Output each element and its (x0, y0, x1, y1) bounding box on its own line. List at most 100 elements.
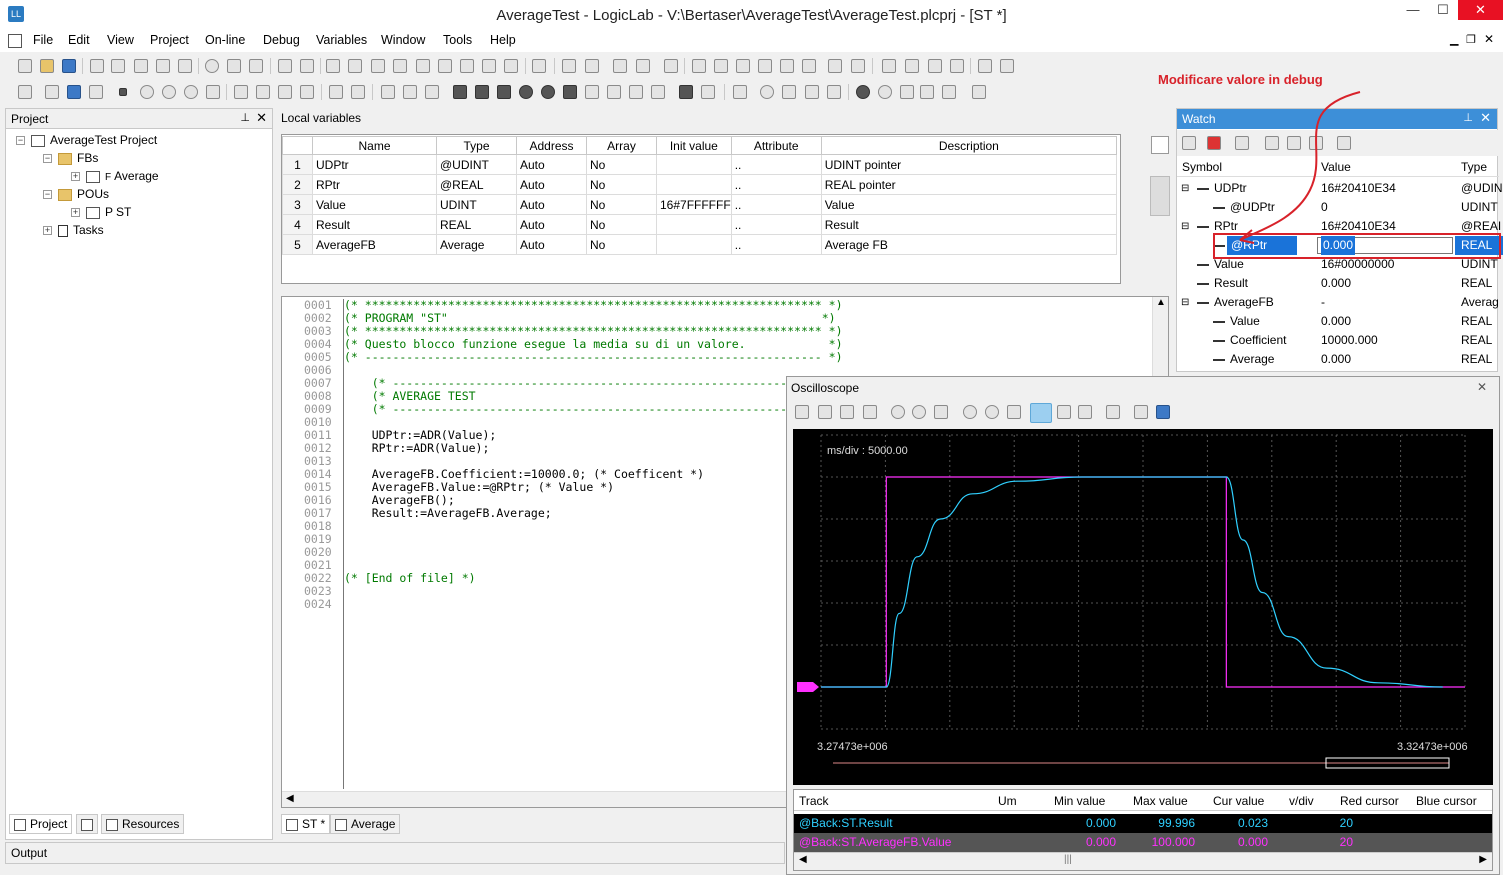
collapse-icon[interactable]: − (43, 190, 52, 199)
menu-help[interactable]: Help (490, 33, 516, 47)
n-icon[interactable] (758, 59, 772, 73)
scroll-left-icon[interactable]: ◀ (799, 854, 807, 865)
collapse-icon[interactable]: − (43, 154, 52, 163)
watch-value[interactable]: - (1321, 293, 1325, 312)
align2-icon[interactable] (585, 59, 599, 73)
tab-libraries[interactable] (76, 814, 98, 834)
save-icon[interactable] (1156, 405, 1170, 419)
find-in-project-icon[interactable] (249, 59, 263, 73)
watch-view-icon[interactable] (416, 59, 430, 73)
tool4-icon[interactable] (805, 85, 819, 99)
comment-icon[interactable] (585, 85, 599, 99)
zoom-v-out-icon[interactable] (985, 405, 999, 419)
column-header[interactable]: Description (821, 137, 1116, 155)
column-header[interactable]: Blue cursor (1416, 792, 1477, 811)
breakpoint-icon[interactable] (856, 85, 870, 99)
watch-row[interactable]: Value0.000REAL (1177, 312, 1499, 331)
connect-icon[interactable] (67, 85, 81, 99)
undo-icon[interactable] (90, 59, 104, 73)
coil-icon[interactable] (679, 85, 693, 99)
block4-icon[interactable] (519, 85, 533, 99)
menu-tools[interactable]: Tools (443, 33, 472, 47)
table-row[interactable]: 4ResultREALAutoNo..Result (283, 215, 1117, 235)
osc-tool4-icon[interactable] (863, 405, 877, 419)
layout4-icon[interactable] (950, 59, 964, 73)
watch-row[interactable]: ⊟AverageFB-Averag (1177, 293, 1499, 312)
trigger-marker-icon[interactable] (797, 682, 819, 692)
menu-debug[interactable]: Debug (263, 33, 300, 47)
tree-fb-average[interactable]: +FAverage (71, 167, 159, 185)
column-header[interactable]: Cur value (1213, 792, 1264, 811)
table-cell[interactable]: 3 (283, 195, 313, 215)
debug1-icon[interactable] (234, 85, 248, 99)
menu-view[interactable]: View (107, 33, 134, 47)
table-cell[interactable]: No (587, 235, 657, 255)
paste-icon[interactable] (178, 59, 192, 73)
p-icon[interactable] (736, 59, 750, 73)
align3-icon[interactable] (613, 59, 627, 73)
column-header[interactable]: Array (587, 137, 657, 155)
zoom-v-in-icon[interactable] (963, 405, 977, 419)
open-icon[interactable] (40, 59, 54, 73)
table-cell[interactable]: 1 (283, 155, 313, 175)
menu-variables[interactable]: Variables (316, 33, 367, 47)
view3-icon[interactable] (371, 59, 385, 73)
mdi-minimize-icon[interactable]: ▁ (1450, 33, 1458, 46)
column-header[interactable]: Init value (657, 137, 732, 155)
maximize-button[interactable]: ☐ (1428, 0, 1458, 20)
table-cell[interactable]: No (587, 155, 657, 175)
watch-value[interactable]: 0.000 (1321, 312, 1351, 331)
print-preview-icon[interactable] (300, 59, 314, 73)
track-row[interactable]: @Back:ST.AverageFB.Value0.000100.0000.00… (794, 833, 1492, 852)
align1-icon[interactable] (562, 59, 576, 73)
pointer-icon[interactable] (381, 85, 395, 99)
table-cell[interactable]: UDINT (437, 195, 517, 215)
build-icon[interactable] (45, 85, 59, 99)
settings-icon[interactable] (1106, 405, 1120, 419)
view7-icon[interactable] (460, 59, 474, 73)
tool3-icon[interactable] (782, 85, 796, 99)
step-into-icon[interactable] (920, 85, 934, 99)
new-icon[interactable] (18, 59, 32, 73)
table-cell[interactable]: No (587, 175, 657, 195)
layout1-icon[interactable] (882, 59, 896, 73)
collapse-icon[interactable]: ⊟ (1181, 293, 1189, 312)
watch-value[interactable]: 0.000 (1321, 274, 1351, 293)
connect1-icon[interactable] (828, 59, 842, 73)
view8-icon[interactable] (482, 59, 496, 73)
table-cell[interactable]: .. (731, 175, 821, 195)
table-cell[interactable]: 5 (283, 235, 313, 255)
fit-vertical-icon[interactable] (1007, 405, 1021, 419)
close-icon[interactable]: ✕ (256, 110, 267, 126)
debug2-icon[interactable] (256, 85, 270, 99)
watch-row[interactable]: Coefficient10000.000REAL (1177, 331, 1499, 350)
scrollbar[interactable] (1150, 176, 1170, 216)
table1-icon[interactable] (329, 85, 343, 99)
zoom-in-icon[interactable] (891, 405, 905, 419)
scroll-left-icon[interactable]: ◀ (286, 793, 294, 804)
track-row[interactable]: @Back:ST.Result0.00099.9960.02320 (794, 814, 1492, 833)
document-icon[interactable] (8, 34, 22, 48)
tab-st[interactable]: ST * (281, 814, 330, 834)
view4-icon[interactable] (393, 59, 407, 73)
table-cell[interactable] (657, 235, 732, 255)
block1-icon[interactable] (453, 85, 467, 99)
debug4-icon[interactable] (300, 85, 314, 99)
menu-window[interactable]: Window (381, 33, 425, 47)
collapse-icon[interactable]: − (16, 136, 25, 145)
run1-icon[interactable] (140, 85, 154, 99)
stop-icon[interactable] (1030, 403, 1052, 423)
tree-pou-st[interactable]: +PST (71, 203, 131, 221)
column-header[interactable]: Type (1461, 158, 1487, 177)
column-header[interactable]: Max value (1133, 792, 1188, 811)
fit-horizontal-icon[interactable] (934, 405, 948, 419)
table-cell[interactable]: 4 (283, 215, 313, 235)
close-icon[interactable]: ✕ (1477, 380, 1487, 394)
options-icon[interactable] (972, 85, 986, 99)
run3-icon[interactable] (184, 85, 198, 99)
view9-icon[interactable] (504, 59, 518, 73)
pause-icon[interactable] (1057, 405, 1071, 419)
scroll-thumb-icon[interactable]: ||| (1064, 854, 1072, 865)
view2-icon[interactable] (348, 59, 362, 73)
table-cell[interactable]: @UDINT (437, 155, 517, 175)
